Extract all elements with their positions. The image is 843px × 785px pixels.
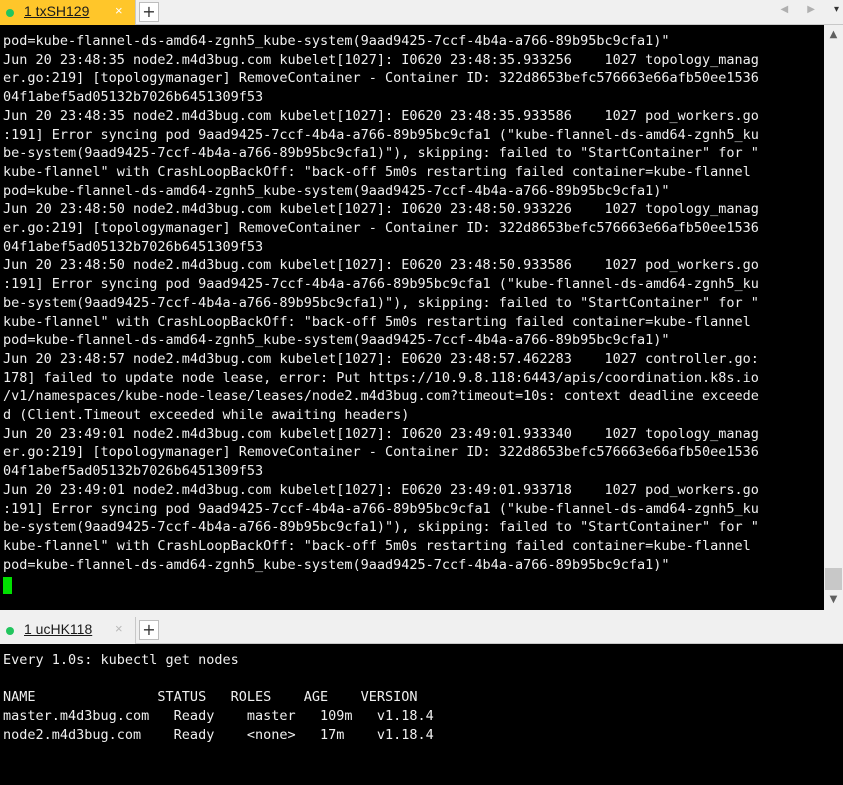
connection-status-icon [6,9,14,17]
pane-splitter[interactable] [0,610,843,617]
new-tab-button[interactable]: + [139,2,159,22]
terminal-line: Jun 20 23:48:50 node2.m4d3bug.com kubele… [3,201,759,218]
tab-list-dropdown-icon[interactable]: ▾ [834,4,839,15]
terminal-output-top[interactable]: pod=kube-flannel-ds-amd64-zgnh5_kube-sys… [0,25,824,610]
terminal-line: /v1/namespaces/kube-node-lease/leases/no… [3,388,759,405]
terminal-line: 04f1abef5ad05132b7026b6451309f53 [3,238,264,255]
terminal-line: :191] Error syncing pod 9aad9425-7ccf-4b… [3,500,759,517]
terminal-line: be-system(9aad9425-7ccf-4b4a-a766-89b95b… [3,294,759,311]
terminal-line: Jun 20 23:48:35 node2.m4d3bug.com kubele… [3,107,759,124]
terminal-line: pod=kube-flannel-ds-amd64-zgnh5_kube-sys… [3,556,670,573]
terminal-line: :191] Error syncing pod 9aad9425-7ccf-4b… [3,126,759,143]
terminal-line: kube-flannel" with CrashLoopBackOff: "ba… [3,313,751,330]
connection-status-icon [6,627,14,635]
terminal-line: Jun 20 23:48:57 node2.m4d3bug.com kubele… [3,350,759,367]
close-tab-icon[interactable]: × [115,3,123,18]
session-tab-txsh129[interactable]: 1 txSH129 × [0,0,136,25]
bottom-tab-bar: 1 ucHK118 × + [0,617,843,644]
terminal-line: Jun 20 23:49:01 node2.m4d3bug.com kubele… [3,425,759,442]
terminal-line: 04f1abef5ad05132b7026b6451309f53 [3,89,264,106]
session-tab-uchk118[interactable]: 1 ucHK118 × [0,617,136,644]
terminal-line: pod=kube-flannel-ds-amd64-zgnh5_kube-sys… [3,182,670,199]
terminal-line: :191] Error syncing pod 9aad9425-7ccf-4b… [3,276,759,293]
new-tab-button[interactable]: + [139,620,159,640]
tab-scroll-arrows[interactable]: ◀ ▶ [780,4,823,15]
terminal-line: 04f1abef5ad05132b7026b6451309f53 [3,463,264,480]
terminal-output-bottom[interactable]: Every 1.0s: kubectl get nodes NAME STATUS… [0,644,843,785]
terminal-line: node2.m4d3bug.com Ready <none> 17m v1.18… [3,726,434,743]
scroll-up-arrow-icon[interactable]: ▲ [824,27,843,43]
terminal-line: NAME STATUS ROLES AGE VERSION [3,689,418,706]
terminal-line: er.go:219] [topologymanager] RemoveConta… [3,444,759,461]
terminal-scrollbar[interactable]: ▲ ▼ [824,25,843,610]
terminal-cursor [3,577,12,594]
terminal-line: be-system(9aad9425-7ccf-4b4a-a766-89b95b… [3,519,759,536]
top-tab-bar: 1 txSH129 × + ◀ ▶ ▾ [0,0,843,25]
terminal-line: Jun 20 23:49:01 node2.m4d3bug.com kubele… [3,481,759,498]
terminal-line: er.go:219] [topologymanager] RemoveConta… [3,220,759,236]
terminal-line: Jun 20 23:48:35 node2.m4d3bug.com kubele… [3,51,759,68]
terminal-line: master.m4d3bug.com Ready master 109m v1.… [3,708,434,725]
close-tab-icon[interactable]: × [115,621,123,636]
terminal-line: er.go:219] [topologymanager] RemoveConta… [3,70,759,87]
scroll-down-arrow-icon[interactable]: ▼ [824,592,843,608]
terminal-line: pod=kube-flannel-ds-amd64-zgnh5_kube-sys… [3,33,670,49]
terminal-line: Jun 20 23:48:50 node2.m4d3bug.com kubele… [3,257,759,274]
terminal-line: 178] failed to update node lease, error:… [3,369,759,386]
terminal-line: be-system(9aad9425-7ccf-4b4a-a766-89b95b… [3,145,759,162]
terminal-line: pod=kube-flannel-ds-amd64-zgnh5_kube-sys… [3,332,670,349]
terminal-line: kube-flannel" with CrashLoopBackOff: "ba… [3,537,751,554]
terminal-line: kube-flannel" with CrashLoopBackOff: "ba… [3,163,751,180]
terminal-line: d (Client.Timeout exceeded while awaitin… [3,407,410,423]
session-tab-label: 1 ucHK118 [24,621,93,637]
terminal-line: Every 1.0s: kubectl get nodes [3,652,239,668]
scrollbar-thumb[interactable] [825,568,842,590]
session-tab-label: 1 txSH129 [24,3,90,19]
